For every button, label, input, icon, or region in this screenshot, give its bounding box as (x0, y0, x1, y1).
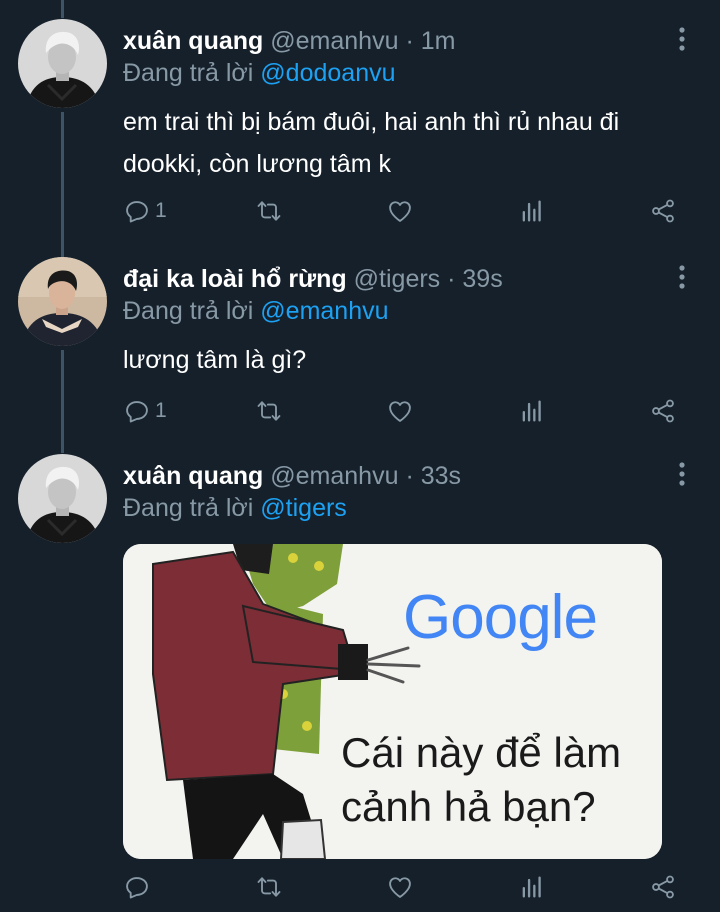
google-logo-text: Google (403, 583, 598, 652)
reply-icon (126, 401, 148, 423)
analytics-button[interactable] (518, 393, 546, 429)
reply-button[interactable] (123, 869, 155, 905)
avatar-image (18, 19, 107, 108)
meme-caption: Cái này để làm cảnh hả bạn? (341, 726, 621, 834)
user-handle[interactable]: @tigers (354, 265, 441, 293)
avatar[interactable] (18, 257, 107, 346)
share-icon (652, 399, 674, 423)
analytics-button[interactable] (518, 193, 546, 229)
reply-icon (126, 201, 148, 223)
analytics-icon (522, 200, 541, 222)
replying-to-label: Đang trả lời (123, 494, 254, 522)
tweet-text: em trai thì bị bám đuôi, hai anh thì rủ … (123, 108, 620, 178)
display-name[interactable]: đại ka loài hổ rừng (123, 265, 347, 293)
mention-link[interactable]: @emanhvu (260, 297, 388, 325)
avatar-image (18, 257, 107, 346)
share-icon (652, 199, 674, 223)
avatar-image (18, 454, 107, 543)
timestamp[interactable]: 39s (462, 265, 502, 293)
user-handle[interactable]: @emanhvu (270, 27, 398, 55)
reply-button[interactable]: 1 (123, 193, 167, 229)
mention-link[interactable]: @tigers (260, 494, 347, 522)
tweet-actions: 1 (0, 393, 720, 429)
retweet-icon (257, 201, 281, 221)
tweet-media-image[interactable]: Google Cái này để làm cảnh hả bạn? (123, 544, 662, 859)
separator-dot: · (405, 462, 414, 490)
replying-to: Đang trả lời @tigers (123, 492, 347, 524)
replying-to-label: Đang trả lời (123, 59, 254, 87)
retweet-button[interactable] (255, 393, 283, 429)
mention-link[interactable]: @dodoanvu (260, 59, 395, 87)
reply-icon (126, 877, 148, 899)
retweet-button[interactable] (255, 193, 283, 229)
user-handle[interactable]: @emanhvu (270, 462, 398, 490)
tweet-actions: 1 (0, 193, 720, 229)
tweet-header: xuân quang @emanhvu · 33s (123, 460, 461, 492)
reply-button[interactable]: 1 (123, 393, 167, 429)
share-button[interactable] (649, 193, 677, 229)
meme-caption-line: cảnh hả bạn? (341, 783, 596, 830)
replying-to: Đang trả lời @dodoanvu (123, 57, 396, 89)
tweet-header: đại ka loài hổ rừng @tigers · 39s (123, 263, 503, 295)
like-button[interactable] (386, 393, 414, 429)
analytics-button[interactable] (518, 869, 546, 905)
avatar[interactable] (18, 19, 107, 108)
display-name[interactable]: xuân quang (123, 27, 263, 55)
replying-to: Đang trả lời @emanhvu (123, 295, 389, 327)
retweet-icon (257, 877, 281, 897)
like-icon (389, 401, 411, 422)
more-options-icon[interactable] (672, 263, 692, 291)
share-icon (652, 875, 674, 899)
more-options-icon[interactable] (672, 460, 692, 488)
tweet-text: lương tâm là gì? (123, 346, 307, 374)
more-options-icon[interactable] (672, 25, 692, 53)
analytics-icon (522, 400, 541, 422)
replying-to-label: Đang trả lời (123, 297, 254, 325)
reply-count: 1 (155, 199, 167, 222)
like-icon (389, 877, 411, 898)
tweet[interactable]: xuân quang @emanhvu · 33s Đang trả lời @… (0, 450, 720, 912)
google-logo: Google (403, 582, 598, 653)
timestamp[interactable]: 1m (421, 27, 456, 55)
share-button[interactable] (649, 869, 677, 905)
like-icon (389, 201, 411, 222)
tweet-actions (0, 869, 720, 905)
separator-dot: · (447, 265, 456, 293)
share-button[interactable] (649, 393, 677, 429)
like-button[interactable] (386, 193, 414, 229)
retweet-icon (257, 401, 281, 421)
tweet[interactable]: xuân quang @emanhvu · 1m Đang trả lời @d… (0, 0, 720, 250)
meme-caption-line: Cái này để làm (341, 729, 622, 776)
display-name[interactable]: xuân quang (123, 462, 263, 490)
timestamp[interactable]: 33s (421, 462, 461, 490)
like-button[interactable] (386, 869, 414, 905)
retweet-button[interactable] (255, 869, 283, 905)
reply-count: 1 (155, 399, 167, 422)
avatar[interactable] (18, 454, 107, 543)
tweet-header: xuân quang @emanhvu · 1m (123, 25, 455, 57)
analytics-icon (522, 876, 541, 898)
separator-dot: · (405, 27, 414, 55)
tweet[interactable]: đại ka loài hổ rừng @tigers · 39s Đang t… (0, 250, 720, 450)
